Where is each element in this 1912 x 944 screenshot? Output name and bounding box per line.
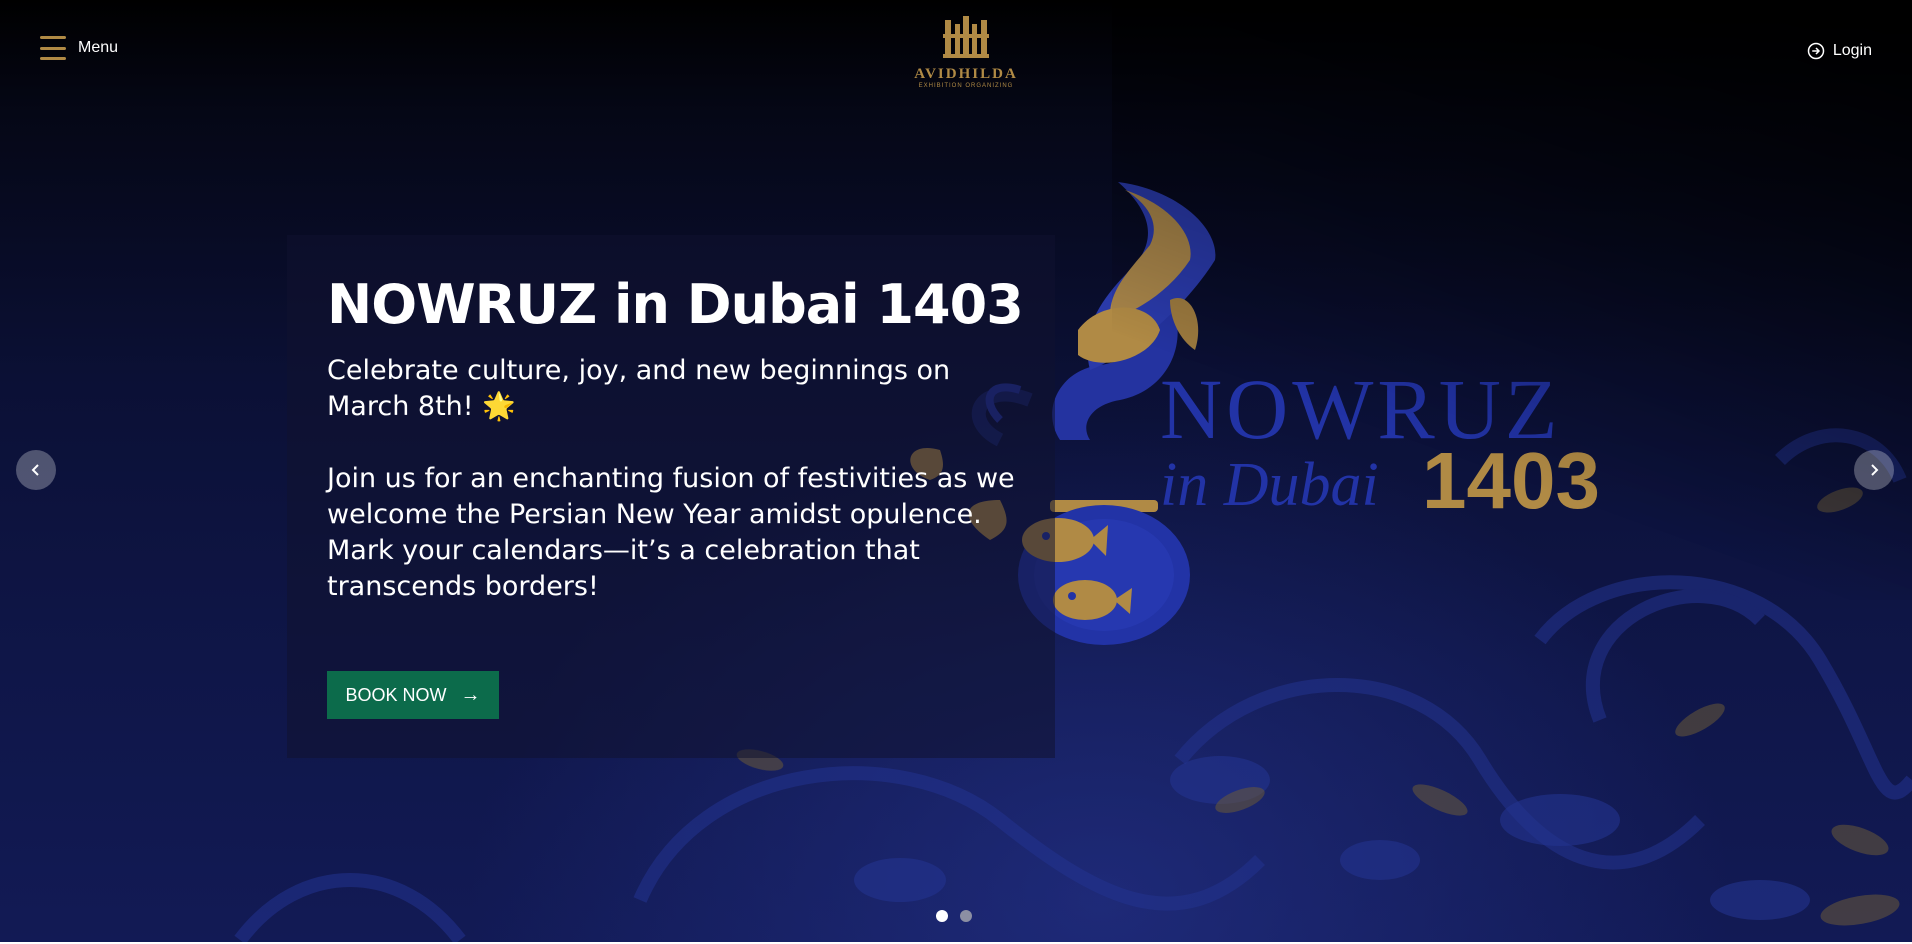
book-now-label: BOOK NOW bbox=[345, 684, 447, 705]
logo-subtitle-text: EXHIBITION ORGANIZING bbox=[918, 83, 1014, 89]
chevron-left-icon bbox=[31, 464, 39, 476]
login-label: Login bbox=[1832, 42, 1872, 59]
logo-brand-text: AVIDHILDA bbox=[914, 66, 1018, 82]
artwork-year-text: 1403 bbox=[1422, 436, 1600, 525]
hero-tagline: Celebrate culture, joy, and new beginnin… bbox=[327, 355, 951, 422]
artwork-in-dubai-text: in Dubai bbox=[1160, 451, 1379, 519]
menu-label: Menu bbox=[78, 39, 119, 56]
hero-content-card: NOWRUZ in Dubai 1403 Celebrate culture, … bbox=[287, 235, 1055, 758]
hero-slide: NOWRUZ in Dubai 1403 Menu AVIDHILDA EXHI… bbox=[0, 0, 1912, 942]
hero-description: Join us for an enchanting fusion of fest… bbox=[327, 463, 1015, 602]
book-now-button[interactable]: BOOK NOW → bbox=[327, 671, 499, 719]
arrow-right-icon: → bbox=[460, 683, 481, 706]
menu-button[interactable]: Menu bbox=[40, 36, 118, 60]
slide-dot-2[interactable] bbox=[960, 910, 972, 922]
hero-title: NOWRUZ in Dubai 1403 bbox=[327, 273, 1024, 336]
previous-slide-button[interactable] bbox=[16, 450, 56, 490]
avidhilda-logo[interactable]: AVIDHILDA EXHIBITION ORGANIZING bbox=[906, 16, 1026, 90]
top-navigation: Menu AVIDHILDA EXHIBITION ORGANIZING Log… bbox=[0, 0, 1912, 104]
login-button[interactable]: Login bbox=[1807, 42, 1872, 60]
logo-emblem-icon bbox=[943, 16, 989, 58]
slide-dot-1[interactable] bbox=[936, 910, 948, 922]
slider-pagination bbox=[936, 910, 972, 922]
hamburger-icon bbox=[40, 36, 68, 60]
next-slide-button[interactable] bbox=[1854, 450, 1894, 490]
chevron-right-icon bbox=[1871, 464, 1879, 476]
login-icon bbox=[1807, 42, 1825, 60]
